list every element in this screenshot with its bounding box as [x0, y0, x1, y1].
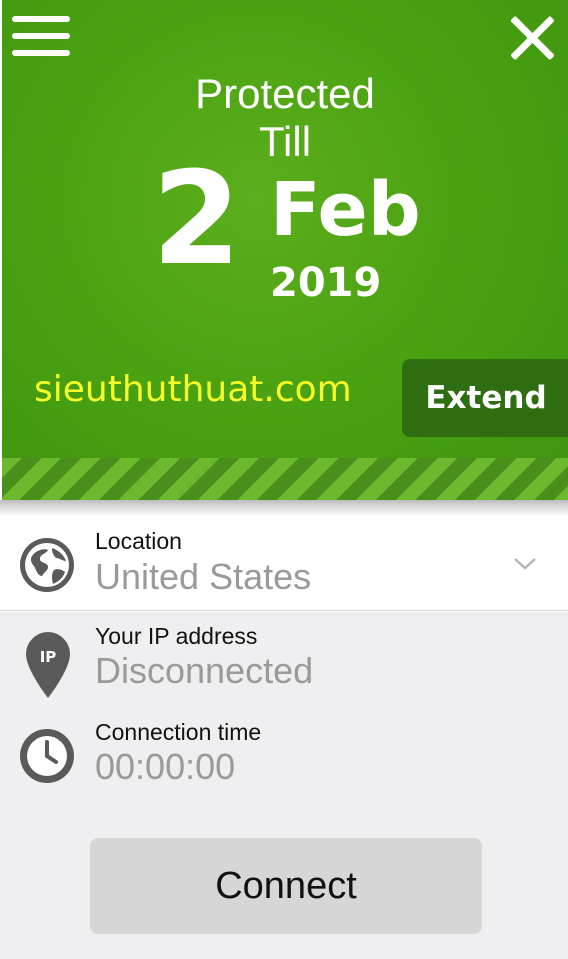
menu-bar [12, 33, 70, 39]
connection-time-label: Connection time [95, 719, 262, 745]
ip-icon-text: IP [40, 648, 57, 666]
ip-label: Your IP address [95, 623, 258, 649]
ip-pin-icon: IP [26, 632, 70, 698]
expiry-month: Feb [270, 167, 421, 253]
menu-bar [12, 16, 70, 22]
close-icon[interactable] [508, 14, 556, 62]
location-selector[interactable]: Location United States [0, 516, 568, 611]
protection-status: Protected Till [2, 70, 568, 166]
striped-divider [2, 458, 568, 500]
chevron-down-icon[interactable] [512, 556, 538, 572]
ip-value: Disconnected [95, 650, 314, 691]
location-label: Location [95, 528, 182, 554]
menu-bar [12, 50, 70, 56]
status-line-1: Protected [195, 70, 375, 117]
expiry-year: 2019 [270, 260, 382, 306]
hamburger-menu-icon[interactable] [12, 14, 70, 58]
header-shadow [0, 500, 568, 516]
connect-button[interactable]: Connect [90, 838, 482, 934]
expiry-day: 2 [152, 145, 242, 294]
watermark-text: sieuthuthuat.com [34, 369, 352, 410]
location-value: United States [95, 556, 312, 597]
status-line-2: Till [258, 118, 312, 165]
globe-icon [20, 538, 74, 592]
clock-icon [20, 729, 74, 783]
extend-button[interactable]: Extend [402, 359, 568, 437]
status-header: Protected Till 2 Feb 2019 sieuthuthuat.c… [2, 0, 568, 500]
connection-time-value: 00:00:00 [95, 746, 236, 787]
